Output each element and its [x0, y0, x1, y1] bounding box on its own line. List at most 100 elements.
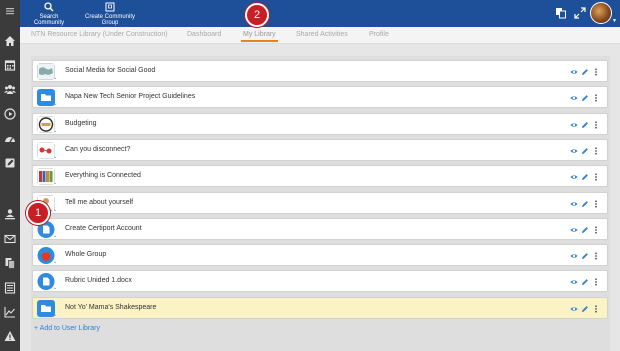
library-item-title[interactable]: Social Media for Social Good: [65, 67, 155, 74]
view-icon[interactable]: [569, 199, 578, 209]
edit-pencil-icon[interactable]: [580, 93, 589, 103]
dashboard-icon[interactable]: [2, 131, 18, 147]
create-group-icon: [105, 2, 115, 12]
view-icon[interactable]: [569, 277, 578, 287]
more-options-icon[interactable]: [591, 120, 600, 130]
edit-pencil-icon[interactable]: [580, 199, 589, 209]
more-options-icon[interactable]: [591, 67, 600, 77]
edit-icon[interactable]: [2, 155, 18, 171]
more-options-icon[interactable]: [591, 277, 600, 287]
view-icon[interactable]: [569, 93, 578, 103]
edit-pencil-icon[interactable]: [580, 172, 589, 182]
calendar-icon[interactable]: [2, 57, 18, 73]
library-item-row[interactable]: ⌄ Create Certiport Account: [32, 217, 608, 240]
chevron-down-icon[interactable]: ⌄: [53, 233, 57, 239]
avatar[interactable]: [590, 2, 612, 24]
row-actions: [569, 146, 601, 156]
chevron-down-icon[interactable]: ⌄: [53, 312, 57, 318]
library-item-title[interactable]: Tell me about yourself: [65, 199, 133, 206]
library-item-row[interactable]: ⌄ Whole Group: [32, 244, 608, 267]
chevron-down-icon[interactable]: ⌄: [53, 285, 57, 291]
library-item-title[interactable]: Budgeting: [65, 120, 97, 127]
row-actions: [569, 251, 601, 261]
tab-dashboard[interactable]: Dashboard: [187, 31, 221, 38]
search-community-button[interactable]: Search Community: [24, 2, 74, 26]
library-item-title[interactable]: Rubric Unided 1.docx: [65, 277, 132, 284]
callout-one: 1: [26, 201, 50, 225]
create-community-group-button[interactable]: Create Community Group: [78, 2, 142, 26]
chevron-down-icon[interactable]: ⌄: [53, 207, 57, 213]
row-actions: [569, 225, 601, 235]
home-icon[interactable]: [2, 33, 18, 49]
view-icon[interactable]: [569, 172, 578, 182]
library-item-row[interactable]: ⌄ Can you disconnect?: [32, 138, 608, 161]
view-icon[interactable]: [569, 225, 578, 235]
row-actions: [569, 199, 601, 209]
library-list: ⌄ Social Media for Social Good ⌄ Napa New T…: [31, 56, 610, 351]
chevron-down-icon[interactable]: ⌄: [53, 128, 57, 134]
library-item-row[interactable]: ⌄ Tell me about yourself: [32, 191, 608, 214]
more-options-icon[interactable]: [591, 251, 600, 261]
more-options-icon[interactable]: [591, 304, 600, 314]
library-item-row[interactable]: ⌄ Everything is Connected: [32, 165, 608, 188]
groups-icon[interactable]: [2, 81, 18, 97]
view-icon[interactable]: [569, 120, 578, 130]
tab-shared-activities[interactable]: Shared Activities: [296, 31, 348, 38]
documents-icon[interactable]: [2, 255, 18, 271]
edit-pencil-icon[interactable]: [580, 120, 589, 130]
left-sidebar: [0, 0, 20, 351]
view-icon[interactable]: [569, 67, 578, 77]
view-icon[interactable]: [569, 146, 578, 156]
chart-icon[interactable]: [2, 304, 18, 320]
more-options-icon[interactable]: [591, 146, 600, 156]
edit-pencil-icon[interactable]: [580, 225, 589, 235]
tab-my-library[interactable]: My Library: [241, 31, 278, 42]
row-actions: [569, 120, 601, 130]
library-item-row[interactable]: ⌄ Napa New Tech Senior Project Guidelines: [32, 86, 608, 109]
chevron-down-icon[interactable]: ⌄: [53, 101, 57, 107]
menu-icon[interactable]: [2, 3, 18, 19]
row-actions: [569, 304, 601, 314]
more-options-icon[interactable]: [591, 199, 600, 209]
play-icon[interactable]: [2, 106, 18, 122]
more-options-icon[interactable]: [591, 172, 600, 182]
library-item-title[interactable]: Create Certiport Account: [65, 225, 142, 232]
user-library-icon[interactable]: [2, 206, 18, 222]
mail-icon[interactable]: [2, 231, 18, 247]
more-options-icon[interactable]: [591, 93, 600, 103]
library-item-title[interactable]: Everything is Connected: [65, 172, 141, 179]
view-icon[interactable]: [569, 304, 578, 314]
chevron-down-icon[interactable]: ⌄: [53, 259, 57, 265]
alert-icon[interactable]: [2, 328, 18, 344]
search-icon: [44, 2, 54, 12]
more-options-icon[interactable]: [591, 225, 600, 235]
library-item-row[interactable]: ⌄ Budgeting: [32, 112, 608, 135]
library-item-title[interactable]: Can you disconnect?: [65, 146, 130, 153]
copy-icon[interactable]: [555, 7, 567, 19]
view-icon[interactable]: [569, 251, 578, 261]
library-item-title[interactable]: Napa New Tech Senior Project Guidelines: [65, 93, 195, 100]
edit-pencil-icon[interactable]: [580, 146, 589, 156]
chevron-down-icon[interactable]: ⌄: [53, 75, 57, 81]
tab-ntn-resource-library[interactable]: NTN Resource Library (Under Construction…: [31, 31, 168, 38]
create-community-group-label: Create Community Group: [84, 14, 135, 26]
search-community-label: Search Community: [33, 14, 65, 26]
row-actions: [569, 172, 601, 182]
library-item-row[interactable]: ⌄ Social Media for Social Good: [32, 60, 608, 82]
avatar-chevron-down-icon[interactable]: ▼: [612, 18, 617, 24]
library-item-title[interactable]: Whole Group: [65, 251, 106, 258]
library-item-title[interactable]: Not Yo' Mama's Shakespeare: [65, 304, 156, 311]
add-to-user-library-link[interactable]: + Add to User Library: [34, 325, 100, 332]
list-icon[interactable]: [2, 280, 18, 296]
edit-pencil-icon[interactable]: [580, 67, 589, 77]
chevron-down-icon[interactable]: ⌄: [53, 154, 57, 160]
row-actions: [569, 67, 601, 77]
expand-icon[interactable]: [574, 7, 586, 19]
library-item-row[interactable]: ⌄ Not Yo' Mama's Shakespeare: [32, 296, 608, 319]
library-item-row[interactable]: ⌄ Rubric Unided 1.docx: [32, 270, 608, 293]
edit-pencil-icon[interactable]: [580, 251, 589, 261]
edit-pencil-icon[interactable]: [580, 304, 589, 314]
tab-profile[interactable]: Profile: [369, 31, 389, 38]
chevron-down-icon[interactable]: ⌄: [53, 180, 57, 186]
edit-pencil-icon[interactable]: [580, 277, 589, 287]
